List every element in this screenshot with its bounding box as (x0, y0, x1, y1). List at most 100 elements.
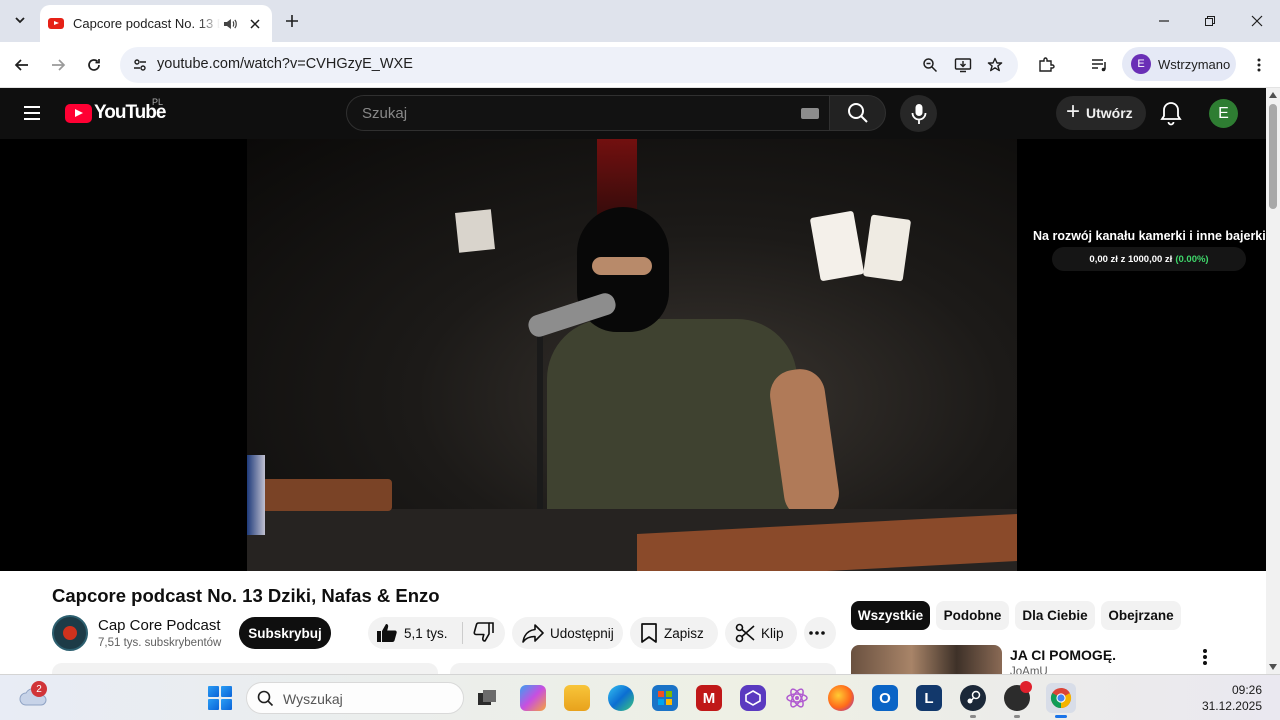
save-label: Zapisz (664, 625, 704, 641)
microsoft-store-icon[interactable] (652, 685, 678, 711)
youtube-logo[interactable]: YouTube PL (65, 97, 166, 124)
search-icon (257, 690, 274, 707)
l-app-icon[interactable]: L (916, 685, 942, 711)
url-text[interactable]: youtube.com/watch?v=CVHGzyE_WXE (157, 56, 413, 72)
react-app-icon[interactable] (784, 685, 810, 711)
hamburger-menu-icon[interactable] (20, 101, 44, 125)
bell-icon[interactable] (1158, 100, 1184, 126)
copilot-icon[interactable] (520, 685, 546, 711)
recommendation-channel[interactable]: JoAmU (1010, 666, 1048, 674)
back-button[interactable] (7, 50, 37, 80)
comments-box[interactable] (450, 663, 836, 674)
share-button[interactable]: Udostępnij (512, 617, 623, 649)
start-button[interactable] (208, 686, 232, 710)
video-scene-card (862, 214, 912, 282)
youtube-search-input[interactable]: Szukaj (346, 95, 830, 131)
edge-icon[interactable] (608, 685, 634, 711)
zoom-button[interactable] (918, 53, 942, 77)
video-frame[interactable] (247, 139, 1017, 571)
steam-icon[interactable] (960, 685, 986, 711)
voice-search-button[interactable] (900, 95, 937, 132)
page-scrollbar[interactable] (1266, 88, 1280, 674)
profile-button[interactable]: E Wstrzymano (1122, 47, 1236, 81)
windows-logo-icon (221, 699, 232, 710)
mcafee-icon[interactable]: M (696, 685, 722, 711)
tab-title: Capcore podcast No. 13 Dziki, Nafas & En… (73, 16, 220, 31)
minimize-button[interactable] (1141, 8, 1187, 34)
arrow-right-icon (52, 59, 66, 71)
like-dislike-group: 5,1 tys. (368, 617, 505, 649)
windows-logo-icon (221, 686, 232, 697)
clip-button[interactable]: Klip (725, 617, 797, 649)
save-button[interactable]: Zapisz (630, 617, 718, 649)
recommendation-title[interactable]: JA CI POMOGĘ. (1010, 647, 1116, 663)
youtube-search-button[interactable] (829, 95, 886, 131)
scroll-down-arrow-icon[interactable] (1269, 664, 1277, 670)
proton-vpn-icon[interactable] (740, 685, 766, 711)
address-bar[interactable]: youtube.com/watch?v=CVHGzyE_WXE (120, 47, 1018, 83)
more-actions-button[interactable] (804, 617, 836, 649)
dislike-button[interactable] (473, 621, 501, 645)
channel-name[interactable]: Cap Core Podcast (98, 617, 221, 634)
reload-button[interactable] (79, 50, 109, 80)
scroll-up-arrow-icon[interactable] (1269, 92, 1277, 98)
donation-goal-amount: 0,00 zł z 1000,00 zł (1089, 253, 1173, 265)
youtube-favicon-icon (48, 18, 64, 29)
site-info-button[interactable] (128, 53, 152, 77)
bookmark-button[interactable] (983, 53, 1007, 77)
video-scene-can (247, 455, 265, 535)
recommendation-thumbnail[interactable] (851, 645, 1002, 674)
channel-avatar[interactable] (52, 615, 88, 651)
more-vert-icon (1257, 58, 1261, 72)
browser-toolbar: youtube.com/watch?v=CVHGzyE_WXE E Wstrzy… (0, 42, 1280, 88)
forward-button[interactable] (43, 50, 73, 80)
microphone-icon (911, 103, 926, 124)
thumbs-up-icon (377, 624, 397, 642)
restore-button[interactable] (1187, 8, 1233, 34)
file-explorer-icon[interactable] (564, 685, 590, 711)
create-button[interactable]: + Utwórz (1056, 96, 1146, 130)
close-window-button[interactable] (1234, 8, 1280, 34)
like-count: 5,1 tys. (404, 625, 448, 641)
more-vert-icon[interactable] (1196, 647, 1214, 667)
firefox-icon[interactable] (828, 685, 854, 711)
video-scene-armrest (262, 479, 392, 511)
description-box[interactable] (52, 663, 438, 674)
chip-related[interactable]: Podobne (936, 601, 1009, 630)
browser-menu-button[interactable] (1244, 50, 1274, 80)
extensions-button[interactable] (1031, 50, 1061, 80)
close-icon (1251, 15, 1263, 27)
arrow-left-icon (14, 59, 28, 71)
install-icon (954, 58, 972, 73)
video-scene-mic-stand (537, 324, 543, 524)
account-avatar[interactable]: E (1209, 99, 1238, 128)
outlook-icon[interactable]: O (872, 685, 898, 711)
chrome-taskbar-button[interactable] (1046, 683, 1076, 713)
system-clock[interactable]: 09:26 31.12.2025 (1196, 682, 1262, 714)
taskbar-search[interactable]: Wyszukaj (246, 682, 464, 714)
obs-icon[interactable] (1004, 681, 1032, 711)
close-tab-button[interactable] (246, 15, 264, 33)
video-scene-person (547, 319, 797, 519)
chip-for-you[interactable]: Dla Ciebie (1015, 601, 1095, 630)
star-icon (987, 57, 1003, 72)
like-button[interactable]: 5,1 tys. (376, 623, 448, 643)
taskbar-search-placeholder: Wyszukaj (283, 691, 343, 707)
keyboard-icon[interactable] (801, 108, 819, 119)
like-divider (461, 622, 463, 644)
video-title: Capcore podcast No. 13 Dziki, Nafas & En… (52, 585, 440, 606)
new-tab-button[interactable] (280, 9, 304, 33)
close-icon (250, 18, 260, 29)
tab-search-button[interactable] (6, 6, 34, 34)
install-app-button[interactable] (951, 53, 975, 77)
video-player[interactable]: Na rozwój kanału kamerki i inne bajerki … (0, 139, 1266, 571)
scrollbar-thumb[interactable] (1269, 104, 1277, 209)
active-tab[interactable]: Capcore podcast No. 13 Dziki, Nafas & En… (40, 5, 272, 42)
subscribe-button[interactable]: Subskrybuj (239, 617, 331, 649)
audio-playing-icon[interactable] (222, 16, 238, 32)
media-control-button[interactable] (1085, 50, 1115, 80)
task-view-icon[interactable] (474, 685, 500, 711)
youtube-header: YouTube PL Szukaj + Utwórz E (0, 88, 1266, 139)
chip-all[interactable]: Wszystkie (851, 601, 930, 630)
chip-watched[interactable]: Obejrzane (1101, 601, 1181, 630)
